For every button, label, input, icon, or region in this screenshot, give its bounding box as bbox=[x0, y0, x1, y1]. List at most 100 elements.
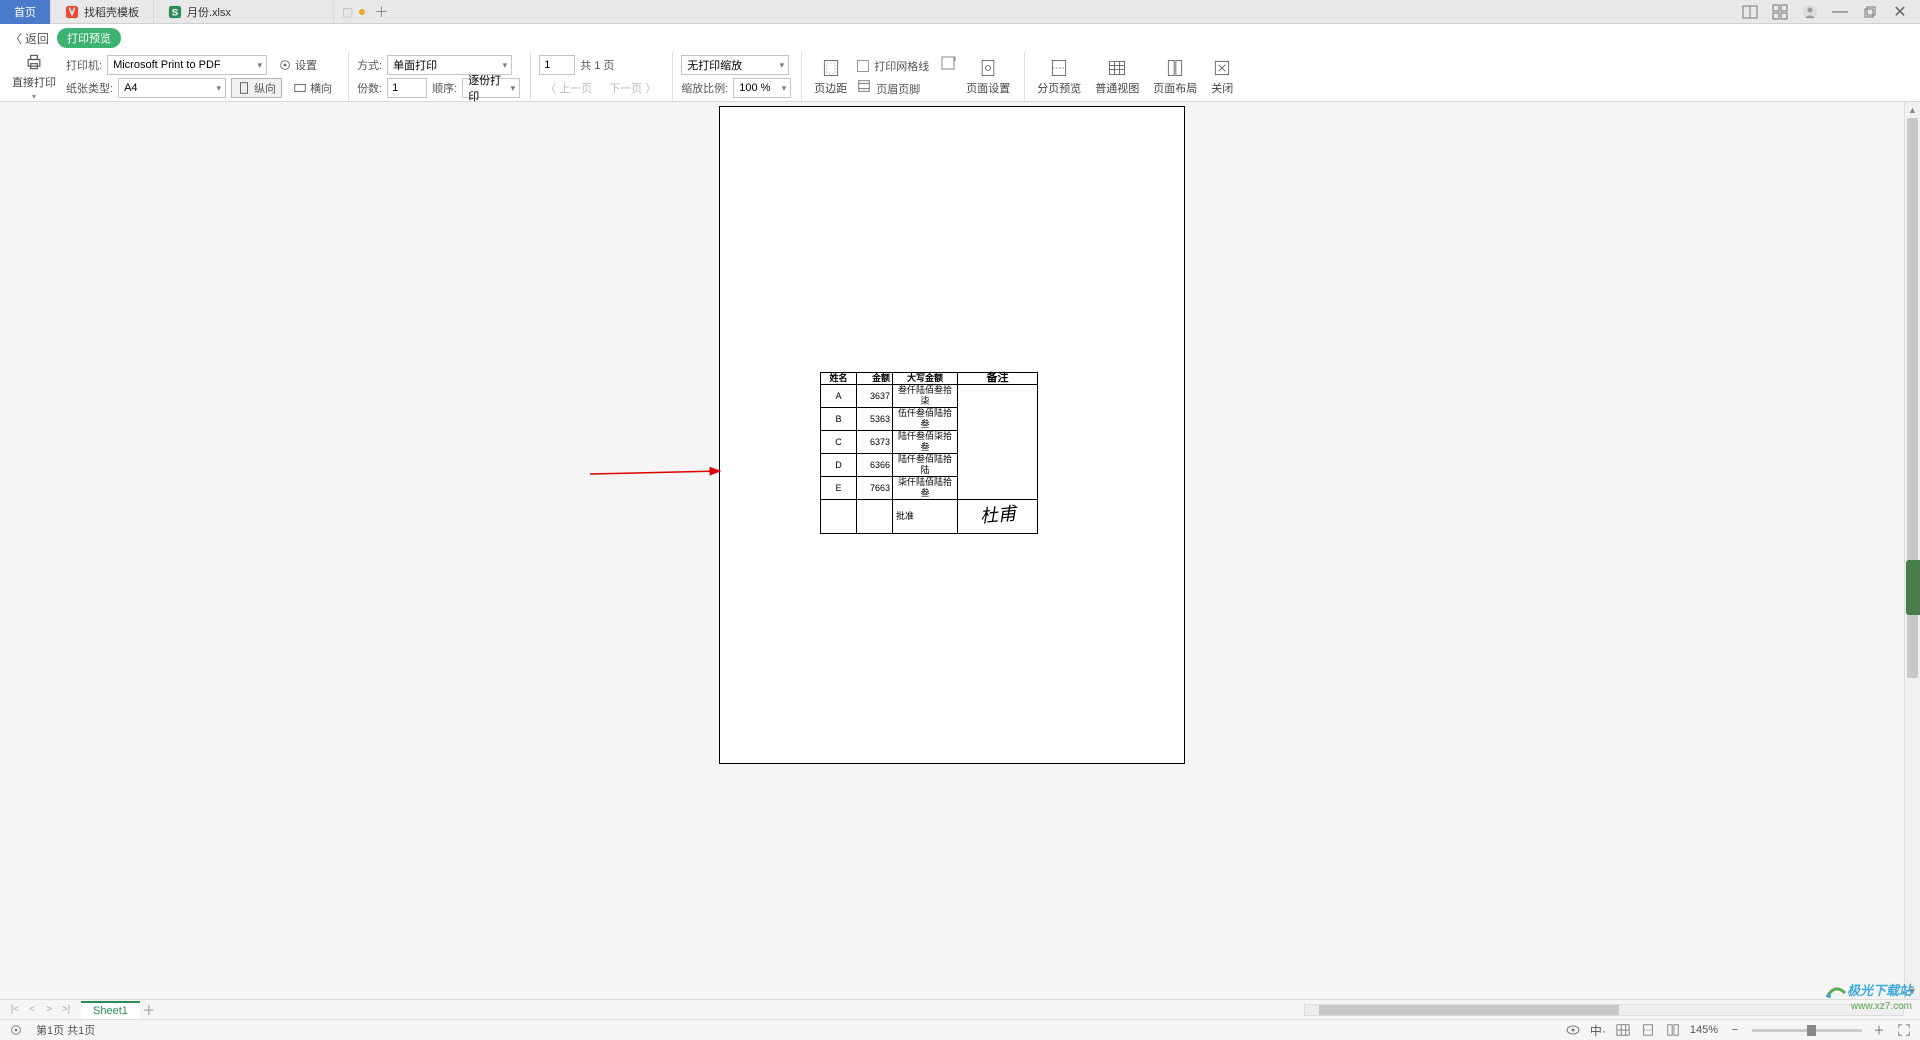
cn-mode-icon[interactable]: 中· bbox=[1590, 1022, 1606, 1038]
approve-label: 批准 bbox=[893, 500, 958, 534]
sheet-next-button[interactable]: > bbox=[42, 1004, 56, 1015]
zoom-in-button[interactable]: ＋ bbox=[1871, 1022, 1887, 1038]
copies-input[interactable] bbox=[387, 78, 427, 98]
sheet-prev-button[interactable]: < bbox=[25, 1004, 39, 1015]
gear-icon bbox=[278, 58, 292, 72]
sheet-tab-bar: |< < > >| Sheet1 ＋ bbox=[0, 999, 1920, 1019]
page-layout-button[interactable]: 页面布局 bbox=[1149, 52, 1201, 101]
add-sheet-button[interactable]: ＋ bbox=[140, 1000, 158, 1019]
page-setup-button[interactable]: 页面设置 bbox=[962, 52, 1014, 101]
portrait-icon bbox=[237, 81, 251, 95]
prev-page-button[interactable]: 〈 上一页 bbox=[539, 78, 598, 98]
zoom-out-button[interactable]: − bbox=[1727, 1022, 1743, 1038]
new-tab-button[interactable]: ＋ bbox=[371, 2, 391, 22]
vertical-scrollbar[interactable]: ▲ ▼ bbox=[1904, 102, 1920, 999]
zoom-value[interactable]: 145% bbox=[1690, 1024, 1718, 1036]
view-layout-icon[interactable] bbox=[1665, 1022, 1681, 1038]
zoom-knob[interactable] bbox=[1807, 1025, 1816, 1036]
header-footer-icon bbox=[857, 79, 871, 98]
print-toolbar: 直接打印▾ 打印机: Microsoft Print to PDF 设置 纸张类… bbox=[0, 52, 1920, 102]
tab-controls: ▢ ＋ bbox=[342, 2, 391, 22]
scale-mode-select[interactable]: 无打印缩放 bbox=[681, 55, 789, 75]
tab-template[interactable]: 找稻壳模板 bbox=[51, 0, 154, 24]
horizontal-scrollbar[interactable] bbox=[1304, 1004, 1904, 1016]
spreadsheet-icon: S bbox=[168, 5, 182, 19]
msg-icon[interactable]: ▢ bbox=[342, 5, 353, 19]
landscape-button[interactable]: 横向 bbox=[287, 78, 338, 98]
landscape-icon bbox=[293, 81, 307, 95]
printer-select[interactable]: Microsoft Print to PDF bbox=[107, 55, 267, 75]
status-settings-icon[interactable] bbox=[8, 1022, 24, 1038]
close-button[interactable]: ✕ bbox=[1890, 2, 1910, 22]
preview-area[interactable]: 姓名 金额 大写金额 备注 A3637叁仟陆佰叁拾柒 B5363伍仟叁佰陆拾叁 … bbox=[0, 102, 1904, 999]
view-page-icon[interactable] bbox=[1640, 1022, 1656, 1038]
approve-row: 批准 杜甫 bbox=[821, 500, 1038, 534]
eye-icon[interactable] bbox=[1565, 1022, 1581, 1038]
printer-icon bbox=[24, 52, 44, 72]
th-name: 姓名 bbox=[821, 373, 857, 385]
sheet-last-button[interactable]: >| bbox=[59, 1004, 73, 1015]
signature-cell: 杜甫 bbox=[958, 500, 1038, 534]
close-preview-button[interactable]: 关闭 bbox=[1207, 52, 1237, 101]
window-controls: — ✕ bbox=[1740, 2, 1920, 22]
total-pages: 共 1 页 bbox=[580, 57, 614, 73]
side-panel-handle[interactable] bbox=[1906, 560, 1920, 615]
page-break-button[interactable]: 分页预览 bbox=[1033, 52, 1085, 101]
paper-select[interactable]: A4 bbox=[118, 78, 226, 98]
order-select[interactable]: 逐份打印 bbox=[462, 78, 520, 98]
chevron-left-icon: 〈 bbox=[10, 30, 22, 47]
gridlines-checkbox[interactable] bbox=[857, 60, 869, 72]
table-row: A3637叁仟陆佰叁拾柒 bbox=[821, 385, 1038, 408]
data-table: 姓名 金额 大写金额 备注 A3637叁仟陆佰叁拾柒 B5363伍仟叁佰陆拾叁 … bbox=[820, 372, 1038, 534]
layout-icon[interactable] bbox=[1740, 2, 1760, 22]
next-page-button[interactable]: 下一页 〉 bbox=[603, 78, 662, 98]
normal-view-icon bbox=[1107, 58, 1127, 78]
th-amount: 金额 bbox=[857, 373, 893, 385]
page-setup-icon bbox=[978, 58, 998, 78]
page-input[interactable] bbox=[539, 55, 575, 75]
close-icon bbox=[1212, 58, 1232, 78]
th-note: 备注 bbox=[958, 373, 1038, 385]
scroll-up-button[interactable]: ▲ bbox=[1905, 102, 1920, 118]
tab-home-label: 首页 bbox=[14, 4, 36, 20]
normal-view-button[interactable]: 普通视图 bbox=[1091, 52, 1143, 101]
zoom-select[interactable]: 100 % bbox=[733, 78, 791, 98]
avatar-icon[interactable] bbox=[1800, 2, 1820, 22]
zoom-slider[interactable] bbox=[1752, 1029, 1862, 1032]
th-upper: 大写金额 bbox=[893, 373, 958, 385]
settings-button[interactable]: 设置 bbox=[272, 55, 323, 75]
zoom-label: 缩放比例: bbox=[681, 80, 728, 96]
minimize-button[interactable]: — bbox=[1830, 2, 1850, 22]
svg-text:S: S bbox=[172, 7, 179, 18]
back-button[interactable]: 〈 返回 bbox=[10, 30, 49, 47]
margins-button[interactable]: 页边距 bbox=[810, 52, 851, 101]
grid-icon[interactable] bbox=[1770, 2, 1790, 22]
print-page: 姓名 金额 大写金额 备注 A3637叁仟陆佰叁拾柒 B5363伍仟叁佰陆拾叁 … bbox=[719, 106, 1185, 764]
portrait-button[interactable]: 纵向 bbox=[231, 78, 282, 98]
header-footer-button[interactable]: 页眉页脚 bbox=[876, 81, 920, 97]
gridlines-ext-icon[interactable] bbox=[940, 55, 956, 76]
signature-icon: 杜甫 bbox=[979, 508, 1016, 522]
page-break-icon bbox=[1049, 58, 1069, 78]
hscroll-thumb[interactable] bbox=[1319, 1005, 1619, 1015]
margins-icon bbox=[821, 58, 841, 78]
gridlines-label: 打印网格线 bbox=[874, 58, 929, 74]
view-grid-icon[interactable] bbox=[1615, 1022, 1631, 1038]
method-label: 方式: bbox=[357, 57, 382, 73]
sheet-first-button[interactable]: |< bbox=[8, 1004, 22, 1015]
tab-home[interactable]: 首页 bbox=[0, 0, 51, 24]
tab-file[interactable]: S 月份.xlsx bbox=[154, 0, 334, 24]
tab-file-label: 月份.xlsx bbox=[187, 4, 231, 20]
order-label: 顺序: bbox=[432, 80, 457, 96]
sheet-nav: |< < > >| bbox=[0, 1004, 81, 1015]
tab-template-label: 找稻壳模板 bbox=[84, 4, 139, 20]
fullscreen-icon[interactable] bbox=[1896, 1022, 1912, 1038]
maximize-button[interactable] bbox=[1860, 2, 1880, 22]
printer-label: 打印机: bbox=[66, 57, 102, 73]
template-icon bbox=[65, 5, 79, 19]
direct-print-button[interactable]: 直接打印▾ bbox=[8, 52, 60, 101]
unsaved-dot-icon bbox=[359, 9, 365, 15]
sheet-tab-1[interactable]: Sheet1 bbox=[81, 1001, 140, 1019]
back-label: 返回 bbox=[25, 30, 49, 47]
scroll-down-button[interactable]: ▼ bbox=[1905, 983, 1920, 999]
